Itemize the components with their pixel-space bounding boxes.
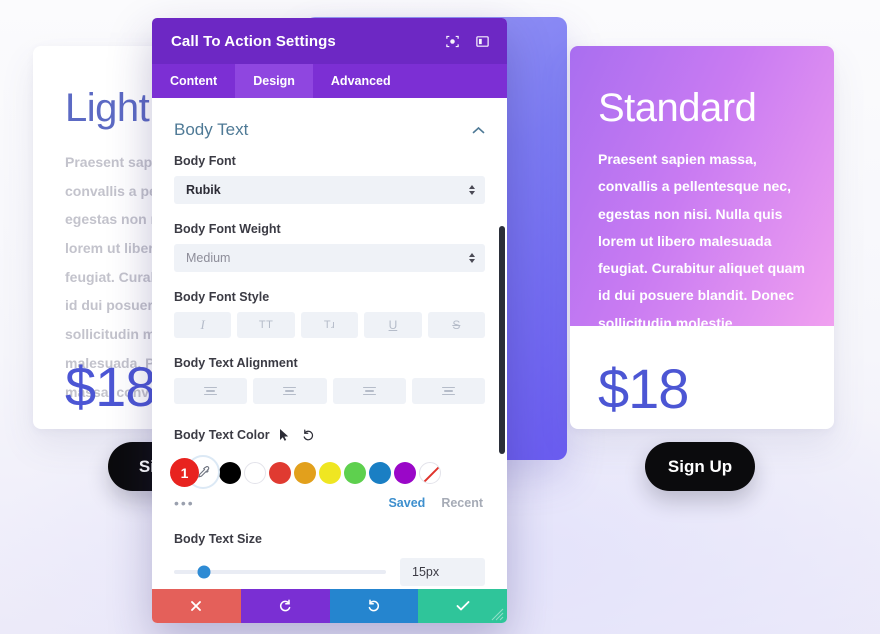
plan-price-light: $18 <box>65 355 156 418</box>
uppercase-icon[interactable]: TT <box>237 312 295 338</box>
capitalize-icon[interactable]: Tɹ <box>300 312 359 338</box>
body-text-size-knob[interactable] <box>197 565 211 579</box>
modal-tabs: Content Design Advanced <box>152 64 507 98</box>
field-body-font-weight: Body Font Weight Medium <box>152 222 507 272</box>
field-body-font-style: Body Font Style I TT Tɹ U S <box>152 290 507 338</box>
color-swatch-row: 1 <box>152 444 507 492</box>
field-body-font: Body Font Rubik <box>152 154 507 204</box>
body-text-size-input[interactable]: 15px <box>400 558 485 586</box>
modal-title: Call To Action Settings <box>171 32 336 50</box>
font-style-button-row: I TT Tɹ U S <box>174 312 486 338</box>
target-icon[interactable] <box>441 30 463 52</box>
body-font-value: Rubik <box>186 183 221 197</box>
align-center-icon[interactable] <box>253 378 327 404</box>
swatch-red[interactable] <box>269 462 291 484</box>
label-body-font-style: Body Font Style <box>174 290 270 304</box>
section-title: Body Text <box>174 120 249 139</box>
color-count-badge: 1 <box>170 458 199 487</box>
body-text-color-header: Body Text Color <box>152 422 507 444</box>
color-meta-row: ••• Saved Recent <box>152 492 507 510</box>
redo-button[interactable] <box>329 589 419 623</box>
label-body-text-size: Body Text Size <box>174 532 262 546</box>
strikethrough-icon[interactable]: S <box>427 312 486 338</box>
field-body-text-size: Body Text Size 15px <box>152 532 507 586</box>
swatch-black[interactable] <box>219 462 241 484</box>
swatch-yellow[interactable] <box>319 462 341 484</box>
text-alignment-button-row <box>174 378 485 404</box>
underline-icon[interactable]: U <box>364 312 422 338</box>
call-to-action-settings-modal: Call To Action Settings Content Design A… <box>152 18 507 623</box>
body-text-size-slider[interactable] <box>174 565 386 579</box>
tab-design[interactable]: Design <box>235 64 313 98</box>
label-body-font: Body Font <box>174 154 236 168</box>
tab-content[interactable]: Content <box>152 64 235 98</box>
page-background: a si. ada d dui n pien Light Praesent sa… <box>0 0 880 634</box>
select-arrows-icon <box>469 185 475 195</box>
cursor-arrow-icon[interactable] <box>276 426 294 444</box>
align-justify-icon[interactable] <box>411 378 485 404</box>
body-font-select[interactable]: Rubik <box>174 176 485 204</box>
align-right-icon[interactable] <box>332 378 406 404</box>
cancel-button[interactable] <box>152 589 241 623</box>
body-font-weight-value: Medium <box>186 251 231 265</box>
tab-advanced[interactable]: Advanced <box>313 64 409 98</box>
label-body-text-alignment: Body Text Alignment <box>174 356 298 370</box>
label-body-text-color: Body Text Color <box>174 428 270 442</box>
plan-title-standard: Standard <box>598 86 757 130</box>
select-arrows-icon <box>469 253 475 263</box>
modal-footer <box>152 589 507 623</box>
plan-body-standard: Praesent sapien massa, convallis a pelle… <box>598 151 805 386</box>
layout-panel-icon[interactable] <box>471 30 493 52</box>
saved-colors-link[interactable]: Saved <box>388 496 425 510</box>
body-font-weight-select[interactable]: Medium <box>174 244 485 272</box>
swatch-green[interactable] <box>344 462 366 484</box>
undo-button[interactable] <box>240 589 330 623</box>
field-body-text-alignment: Body Text Alignment <box>152 356 507 404</box>
reset-icon[interactable] <box>300 426 318 444</box>
recent-colors-link[interactable]: Recent <box>441 496 483 510</box>
swatch-orange[interactable] <box>294 462 316 484</box>
save-button[interactable] <box>418 589 507 623</box>
swatch-white[interactable] <box>244 462 266 484</box>
section-header-body-text[interactable]: Body Text <box>152 98 507 154</box>
modal-titlebar[interactable]: Call To Action Settings <box>152 18 507 64</box>
swatch-purple[interactable] <box>394 462 416 484</box>
signup-button-standard[interactable]: Sign Up <box>645 442 755 491</box>
pricing-card-standard: Standard Praesent sapien massa, convalli… <box>570 46 834 429</box>
align-left-icon[interactable] <box>174 378 248 404</box>
swatch-blue[interactable] <box>369 462 391 484</box>
active-color-control[interactable]: 1 <box>170 454 220 492</box>
more-dots-icon[interactable]: ••• <box>174 496 388 510</box>
italic-icon[interactable]: I <box>174 312 232 338</box>
chevron-up-icon[interactable] <box>472 123 485 138</box>
swatch-transparent[interactable] <box>419 462 441 484</box>
plan-price-standard: $18 <box>598 357 689 420</box>
modal-body: Body Text Body Font Rubik Body Font Weig… <box>152 98 507 589</box>
modal-scrollbar-thumb[interactable] <box>499 226 505 454</box>
resize-grip-icon[interactable] <box>491 608 504 621</box>
label-body-font-weight: Body Font Weight <box>174 222 281 236</box>
